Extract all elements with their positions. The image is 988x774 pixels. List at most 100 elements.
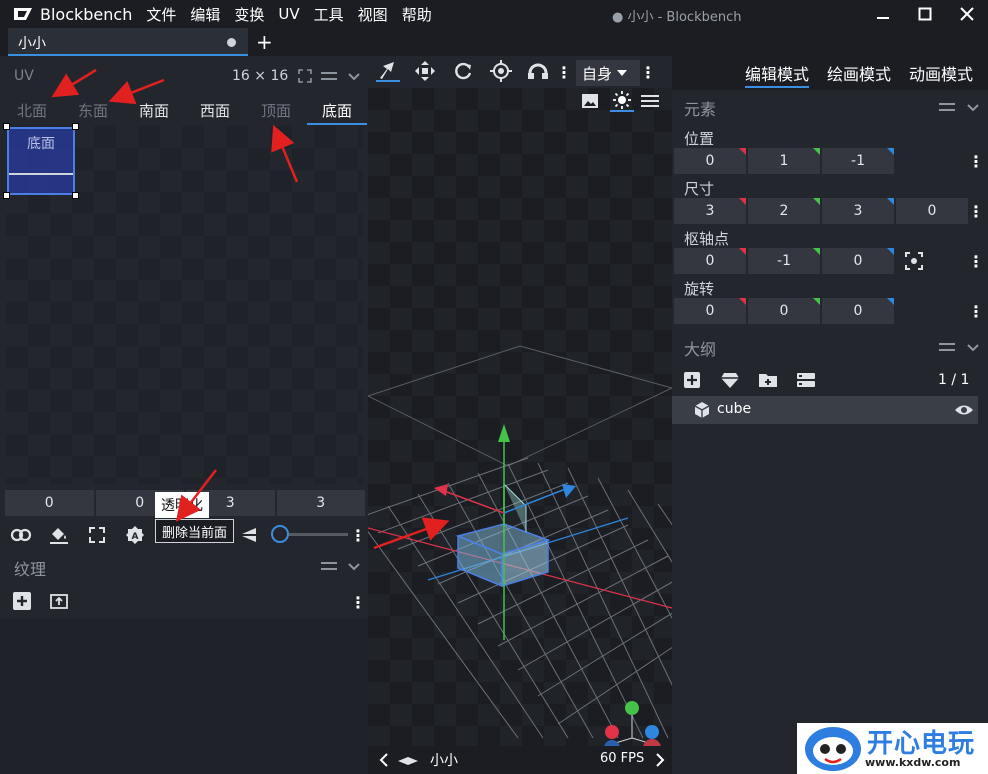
maximize-uv-icon[interactable]: [85, 524, 109, 546]
uv-resize-handle[interactable]: [72, 123, 79, 130]
face-tab-west[interactable]: 西面: [185, 100, 245, 121]
rotate-tool-icon[interactable]: [451, 60, 475, 82]
panel-menu-icon[interactable]: [938, 338, 956, 356]
center-pivot-icon[interactable]: [902, 250, 926, 272]
panel-menu-icon[interactable]: [938, 98, 956, 116]
face-tab-south[interactable]: 南面: [124, 100, 184, 121]
cube-model: [455, 483, 551, 588]
face-tab-down[interactable]: 底面: [307, 100, 367, 125]
unsaved-dot-icon[interactable]: [227, 38, 236, 47]
element-panel-title: 元素: [684, 100, 717, 119]
menu-file[interactable]: 文件: [146, 4, 176, 25]
visibility-eye-icon[interactable]: [952, 399, 976, 421]
move-tool-icon[interactable]: [376, 60, 400, 82]
uv-face-divider: [9, 173, 73, 175]
link-icon[interactable]: [9, 524, 33, 546]
uv-size-label[interactable]: 16 × 16: [232, 68, 288, 84]
add-cube-icon[interactable]: [680, 369, 704, 391]
more-options-icon[interactable]: ⋮: [968, 151, 984, 171]
chevron-left-icon[interactable]: [372, 749, 396, 771]
inflate-input[interactable]: 0: [896, 198, 968, 224]
chevron-down-icon[interactable]: [345, 557, 363, 575]
close-icon[interactable]: [956, 3, 978, 25]
rotation-z-input[interactable]: 0: [822, 298, 894, 324]
position-y-input[interactable]: 1: [748, 148, 820, 174]
watermark-logo: 开心电玩 www.kxdw.com: [797, 723, 988, 774]
new-tab-plus-icon[interactable]: +: [256, 30, 273, 54]
maximize-icon[interactable]: [914, 3, 936, 25]
face-tab-up[interactable]: 顶面: [246, 100, 306, 121]
face-tab-east[interactable]: 东面: [63, 100, 123, 121]
size-y-input[interactable]: 2: [748, 198, 820, 224]
menu-transform[interactable]: 变换: [234, 4, 264, 25]
more-options-icon[interactable]: ⋮: [640, 62, 656, 82]
add-mesh-icon[interactable]: [718, 369, 742, 391]
uv-resize-handle[interactable]: [3, 123, 10, 130]
panel-menu-icon[interactable]: [320, 67, 338, 85]
uv-height-input[interactable]: 3: [276, 490, 365, 516]
rotation-slider-knob[interactable]: [271, 525, 289, 543]
uv-editor-canvas[interactable]: 底面: [3, 123, 363, 484]
viewport-canvas[interactable]: [368, 88, 672, 748]
mode-edit-tab[interactable]: 编辑模式: [745, 61, 810, 88]
minimize-icon[interactable]: [872, 3, 894, 25]
size-z-input[interactable]: 3: [822, 198, 894, 224]
uv-face-selection[interactable]: 底面: [7, 127, 75, 195]
toggle-options-icon[interactable]: [794, 369, 818, 391]
add-group-folder-icon[interactable]: [756, 369, 780, 391]
menu-tools[interactable]: 工具: [314, 4, 344, 25]
resize-tool-icon[interactable]: [413, 60, 437, 82]
menu-view[interactable]: 视图: [358, 4, 388, 25]
panel-menu-icon[interactable]: [320, 557, 338, 575]
pivot-tool-icon[interactable]: [489, 60, 513, 82]
mode-paint-tab[interactable]: 绘画模式: [827, 61, 891, 85]
z-gizmo-arrow-icon: [562, 484, 576, 498]
paint-bucket-icon[interactable]: [47, 524, 71, 546]
uv-resize-handle[interactable]: [72, 192, 79, 199]
more-options-icon[interactable]: ⋮: [350, 525, 366, 545]
add-texture-icon[interactable]: [10, 590, 34, 612]
pivot-x-input[interactable]: 0: [674, 248, 746, 274]
chevron-down-icon[interactable]: [964, 98, 982, 116]
position-inputs: 0 1 -1: [674, 148, 894, 174]
uv-x-input[interactable]: 0: [5, 490, 94, 516]
chevron-right-icon[interactable]: [648, 749, 672, 771]
chevron-down-icon[interactable]: [345, 67, 363, 85]
rotation-inputs: 0 0 0: [674, 298, 894, 324]
caret-down-icon: [617, 70, 628, 76]
fullscreen-icon[interactable]: [296, 67, 314, 85]
rotation-slider-track[interactable]: [286, 533, 348, 536]
size-x-input[interactable]: 3: [674, 198, 746, 224]
position-z-input[interactable]: -1: [822, 148, 894, 174]
more-options-icon[interactable]: ⋮: [968, 301, 984, 321]
transform-space-select[interactable]: 自身: [576, 60, 640, 86]
tooltip-hint: 删除当前面: [155, 519, 235, 543]
position-x-input[interactable]: 0: [674, 148, 746, 174]
left-panel: UV 16 × 16 北面 东面 南面 西面 顶面 底面 底面 0 0 3 3: [0, 56, 368, 774]
uv-resize-handle[interactable]: [3, 192, 10, 199]
chevron-down-icon[interactable]: [964, 338, 982, 356]
camera-angle-icon[interactable]: [396, 750, 420, 772]
outliner-item-cube[interactable]: cube: [672, 396, 978, 424]
rotation-y-input[interactable]: 0: [748, 298, 820, 324]
more-options-icon[interactable]: ⋮: [968, 201, 984, 221]
rotation-x-input[interactable]: 0: [674, 298, 746, 324]
more-options-icon[interactable]: ⋮: [350, 592, 366, 612]
more-options-icon[interactable]: ⋮: [968, 251, 984, 271]
menu-edit[interactable]: 编辑: [190, 4, 220, 25]
project-tab[interactable]: 小小: [8, 28, 248, 56]
watermark-url: www.kxdw.com: [865, 756, 961, 769]
blockbench-logo-icon: [12, 6, 34, 22]
pivot-label: 枢轴点: [684, 230, 730, 248]
menu-uv[interactable]: UV: [278, 5, 299, 23]
vertex-snap-icon[interactable]: [526, 60, 550, 82]
auto-uv-icon[interactable]: A: [123, 524, 147, 546]
import-texture-icon[interactable]: [47, 590, 71, 612]
face-tab-north[interactable]: 北面: [2, 100, 62, 121]
pivot-y-input[interactable]: -1: [748, 248, 820, 274]
mode-animate-tab[interactable]: 动画模式: [909, 61, 973, 85]
menu-help[interactable]: 帮助: [402, 4, 432, 25]
mirror-y-icon[interactable]: [237, 524, 261, 546]
pivot-z-input[interactable]: 0: [822, 248, 894, 274]
more-options-icon[interactable]: ⋮: [556, 62, 572, 82]
